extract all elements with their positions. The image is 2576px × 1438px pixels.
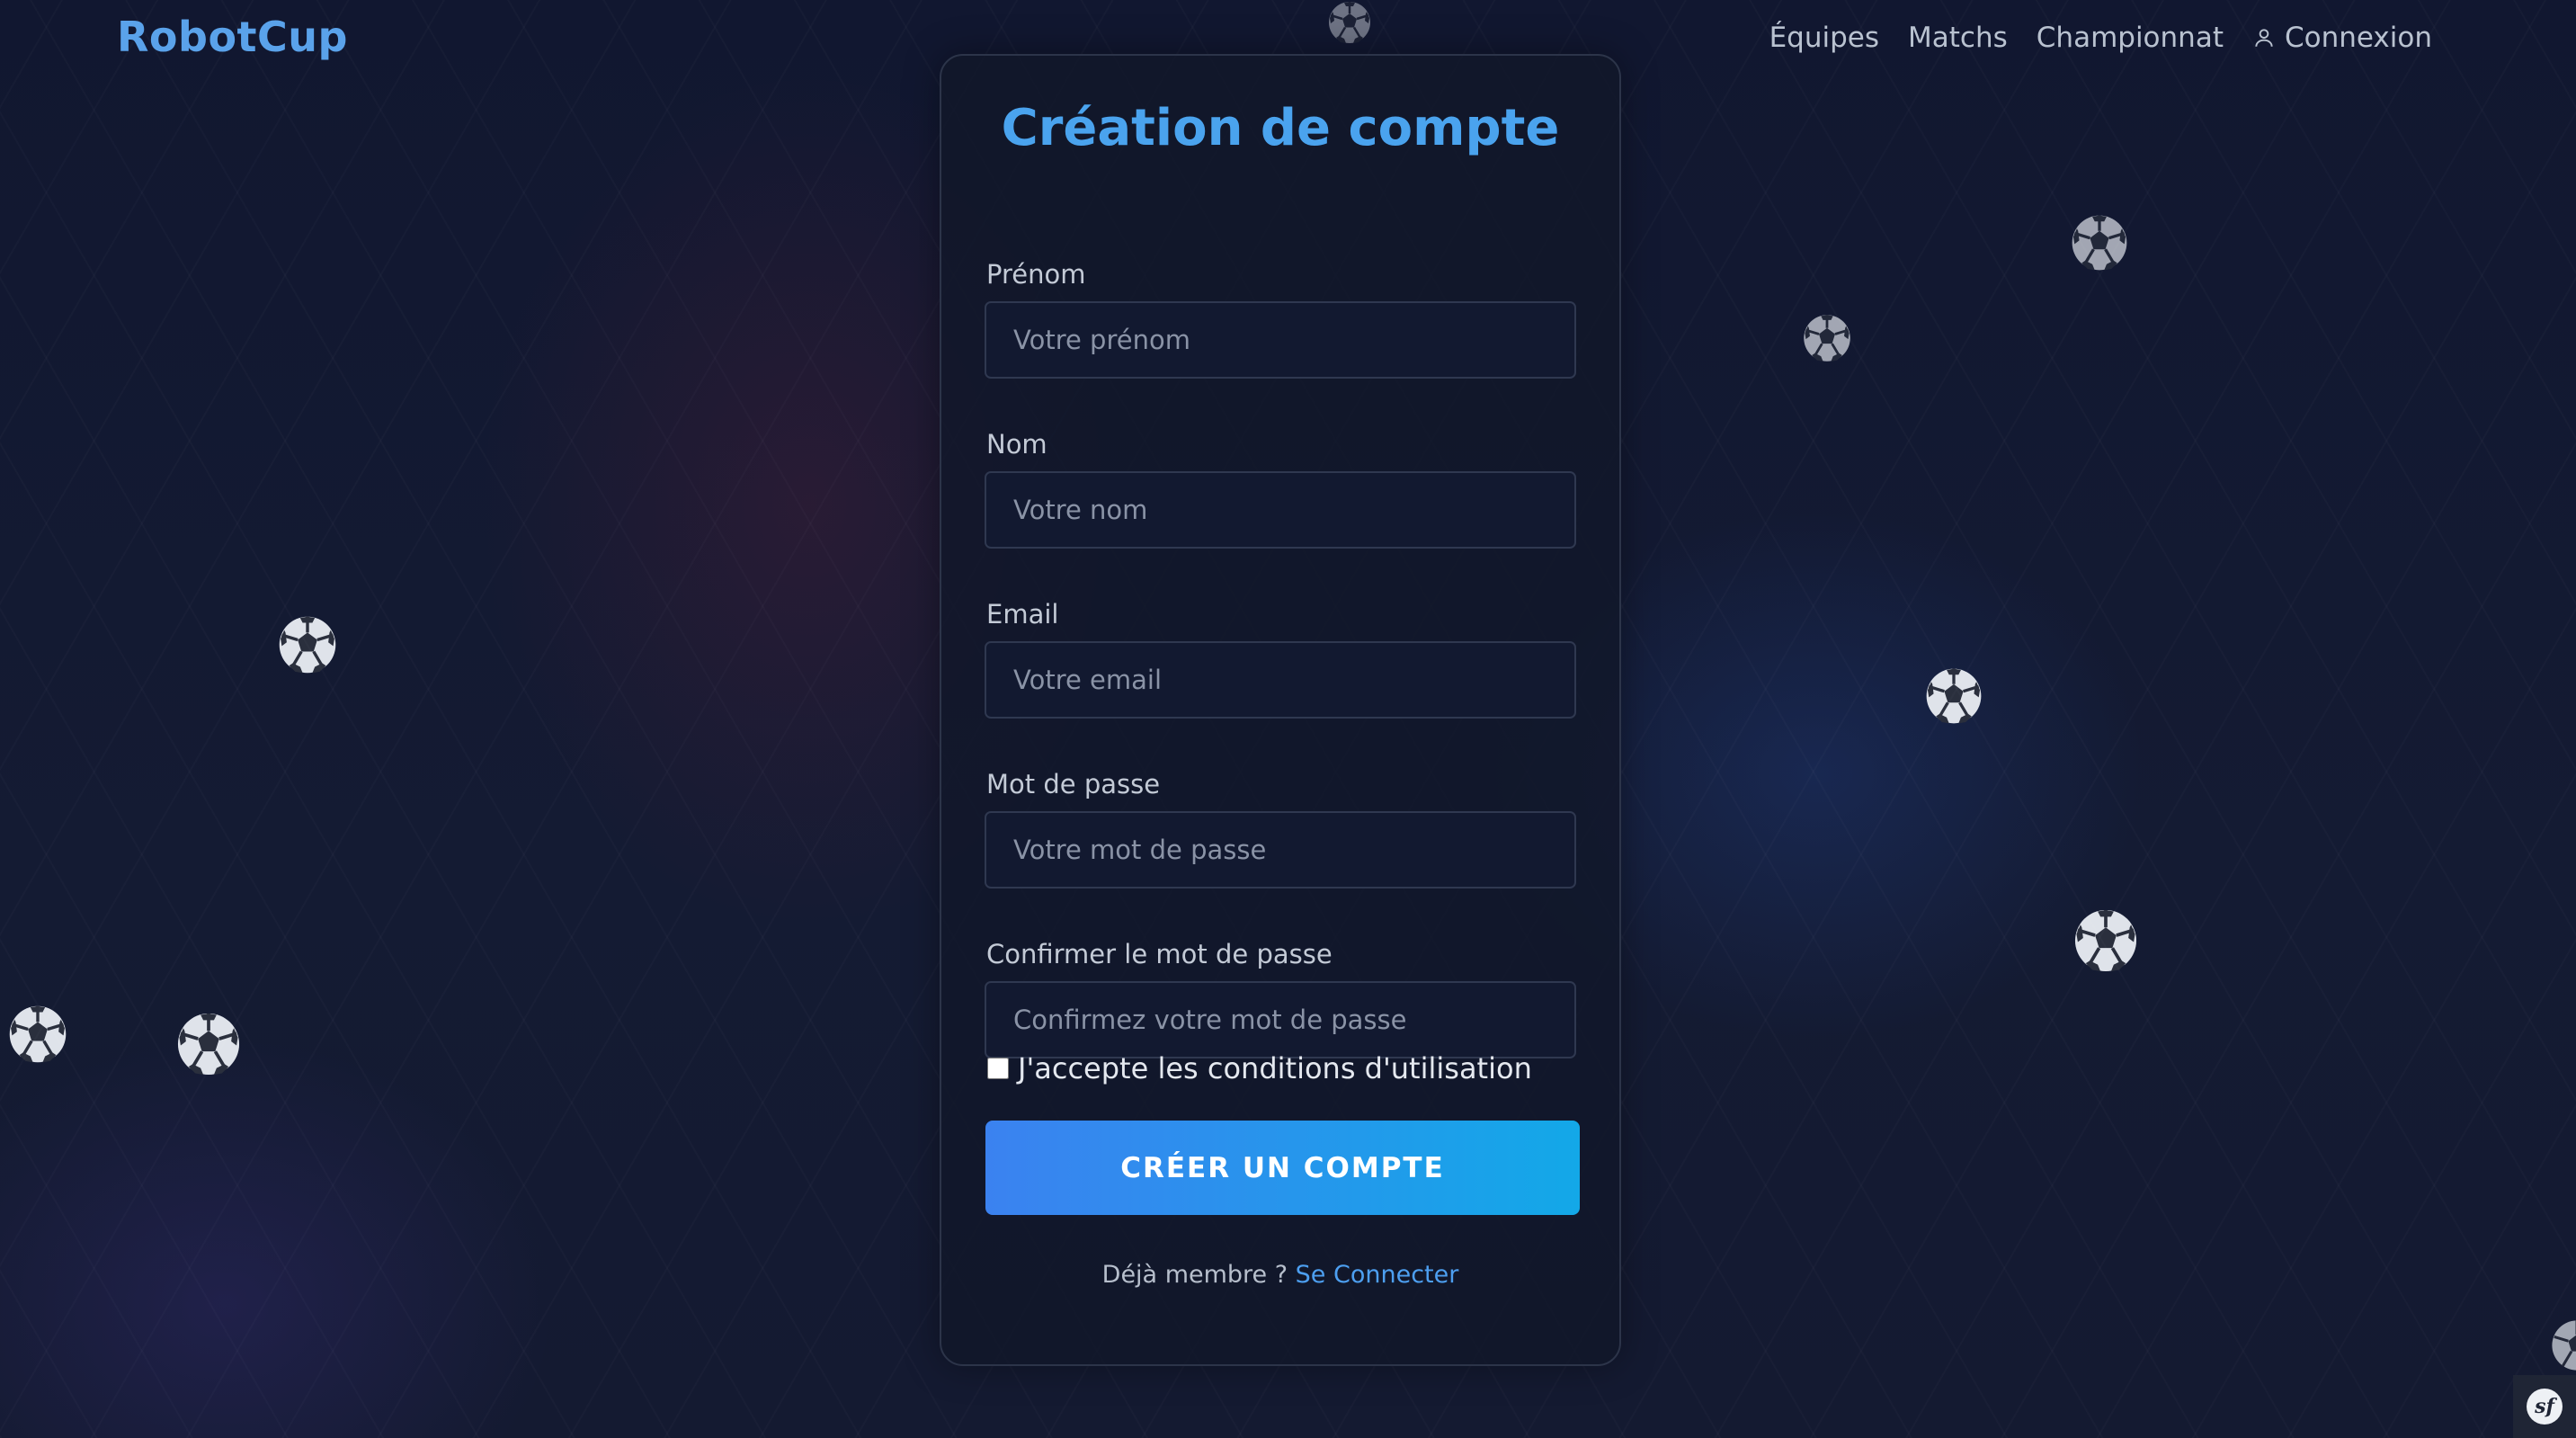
page-title: Création de compte bbox=[1001, 99, 1560, 157]
soccer-ball-icon bbox=[2070, 213, 2129, 272]
soccer-ball-icon bbox=[2072, 907, 2139, 974]
password-input[interactable] bbox=[985, 811, 1576, 889]
nav-item-connexion-label: Connexion bbox=[2284, 22, 2432, 54]
terms-checkbox[interactable] bbox=[987, 1058, 1009, 1079]
user-icon bbox=[2252, 26, 2276, 49]
soccer-ball-icon bbox=[175, 1011, 242, 1077]
last-name-label: Nom bbox=[986, 429, 1047, 460]
email-label: Email bbox=[986, 599, 1059, 630]
symfony-icon: sf bbox=[2527, 1389, 2563, 1425]
confirm-password-input[interactable] bbox=[985, 981, 1576, 1058]
nav-item-matchs[interactable]: Matchs bbox=[1908, 22, 2008, 54]
soccer-ball-icon bbox=[1924, 666, 1983, 726]
login-prompt: Déjà membre ? Se Connecter bbox=[941, 1261, 1619, 1289]
terms-row[interactable]: J'accepte les conditions d'utilisation bbox=[987, 1051, 1532, 1085]
brand-logo[interactable]: RobotCup bbox=[117, 13, 348, 61]
nav-item-connexion[interactable]: Connexion bbox=[2252, 22, 2432, 54]
first-name-label: Prénom bbox=[986, 259, 1086, 290]
create-account-button[interactable]: CRÉER UN COMPTE bbox=[985, 1121, 1580, 1215]
last-name-input[interactable] bbox=[985, 471, 1576, 549]
debug-toolbar-toggle[interactable]: sf bbox=[2513, 1375, 2576, 1438]
password-label: Mot de passe bbox=[986, 769, 1161, 799]
nav-item-championnat[interactable]: Championnat bbox=[2037, 22, 2224, 54]
main-nav: Équipes Matchs Championnat Connexion bbox=[1769, 22, 2432, 54]
soccer-ball-icon bbox=[7, 1004, 68, 1065]
registration-card: Création de compte Prénom Nom Email Mot … bbox=[940, 54, 1621, 1366]
login-link[interactable]: Se Connecter bbox=[1296, 1261, 1459, 1289]
email-input[interactable] bbox=[985, 641, 1576, 719]
confirm-password-label: Confirmer le mot de passe bbox=[986, 939, 1333, 969]
soccer-ball-icon bbox=[2550, 1318, 2576, 1372]
nav-item-equipes[interactable]: Équipes bbox=[1769, 22, 1879, 54]
soccer-ball-icon bbox=[1802, 313, 1852, 363]
terms-label: J'accepte les conditions d'utilisation bbox=[1018, 1051, 1532, 1085]
first-name-input[interactable] bbox=[985, 301, 1576, 379]
soccer-ball-icon bbox=[1318, 0, 1381, 45]
login-prompt-text: Déjà membre ? bbox=[1101, 1261, 1296, 1289]
soccer-ball-icon bbox=[277, 614, 338, 675]
